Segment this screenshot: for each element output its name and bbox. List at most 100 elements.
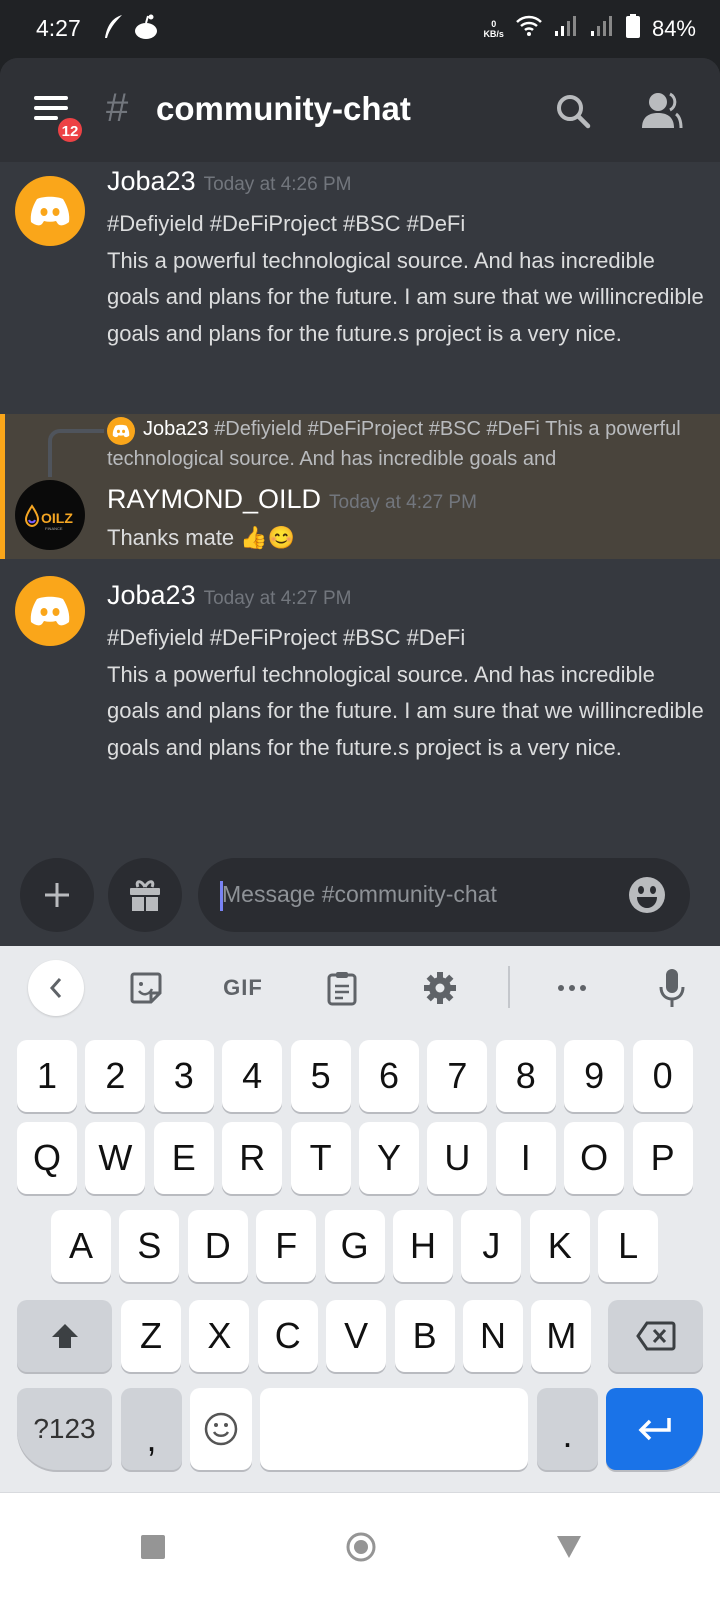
key-l[interactable]: L: [598, 1210, 659, 1282]
status-bar: 4:27 0 KB/s 84%: [0, 0, 720, 60]
menu-icon-bar: [34, 116, 58, 120]
enter-icon: [638, 1418, 671, 1441]
search-button[interactable]: [554, 92, 594, 132]
message-body: Thanks mate 👍😊: [107, 525, 296, 550]
key-k[interactable]: K: [529, 1210, 590, 1282]
key-h[interactable]: H: [393, 1210, 453, 1282]
key-y[interactable]: Y: [359, 1122, 419, 1194]
sticker-icon: [130, 972, 162, 1004]
back-button[interactable]: [529, 1493, 609, 1600]
key-g[interactable]: G: [324, 1210, 385, 1282]
settings-icon: [424, 972, 456, 1004]
recents-icon: [141, 1535, 165, 1559]
key-x[interactable]: X: [189, 1300, 250, 1372]
reply-preview[interactable]: Joba23 #Defiyield #DeFiProject #BSC #DeF…: [107, 414, 687, 474]
system-navigation-bar: [0, 1492, 720, 1600]
key-j[interactable]: J: [461, 1210, 522, 1282]
key-a[interactable]: A: [51, 1210, 111, 1282]
key-6[interactable]: 6: [359, 1040, 419, 1112]
key-v[interactable]: V: [326, 1300, 387, 1372]
emoji-icon: [204, 1412, 238, 1446]
key-0[interactable]: 0: [632, 1040, 693, 1112]
oilz-logo-subtext: FINANCE: [45, 526, 63, 531]
key-3[interactable]: 3: [153, 1040, 214, 1112]
key-4[interactable]: 4: [222, 1040, 283, 1112]
reddit-icon: [134, 14, 158, 45]
key-p[interactable]: P: [632, 1122, 693, 1194]
keyboard-settings-button[interactable]: [420, 968, 460, 1008]
key-comma[interactable]: ,: [121, 1388, 182, 1470]
avatar[interactable]: [15, 576, 85, 646]
message-composer: Message #community-chat: [0, 858, 720, 938]
members-button[interactable]: [638, 90, 684, 132]
discord-logo-icon: [30, 196, 70, 226]
plus-icon: [45, 883, 69, 907]
key-1[interactable]: 1: [17, 1040, 77, 1112]
key-u[interactable]: U: [427, 1122, 488, 1194]
key-enter[interactable]: [606, 1388, 703, 1470]
sticker-button[interactable]: [126, 968, 166, 1008]
channel-title[interactable]: community-chat: [156, 90, 411, 128]
key-9[interactable]: 9: [564, 1040, 625, 1112]
key-d[interactable]: D: [187, 1210, 248, 1282]
key-q[interactable]: Q: [17, 1122, 77, 1194]
message-input[interactable]: Message #community-chat: [198, 858, 690, 932]
key-e[interactable]: E: [153, 1122, 214, 1194]
avatar[interactable]: [15, 176, 85, 246]
key-emoji[interactable]: [190, 1388, 252, 1470]
reply-connector: [48, 429, 104, 477]
key-f[interactable]: F: [256, 1210, 317, 1282]
menu-button[interactable]: 12: [34, 96, 84, 144]
emoji-button[interactable]: [628, 876, 666, 914]
key-7[interactable]: 7: [427, 1040, 488, 1112]
key-b[interactable]: B: [394, 1300, 455, 1372]
key-i[interactable]: I: [495, 1122, 556, 1194]
author-name[interactable]: Joba23: [107, 580, 196, 610]
status-time: 4:27: [36, 15, 81, 41]
message-timestamp: Today at 4:26 PM: [203, 174, 352, 195]
key-5[interactable]: 5: [290, 1040, 351, 1112]
home-button[interactable]: [321, 1493, 401, 1600]
author-name[interactable]: RAYMOND_OILD: [107, 484, 321, 514]
search-icon: [557, 95, 591, 129]
key-8[interactable]: 8: [495, 1040, 556, 1112]
status-right: 0 KB/s 84%: [483, 14, 696, 43]
signal-icon: [554, 15, 578, 42]
key-n[interactable]: N: [463, 1300, 523, 1372]
more-button[interactable]: [552, 968, 592, 1008]
key-z[interactable]: Z: [121, 1300, 181, 1372]
message-author[interactable]: Joba23 Today at 4:26 PM: [107, 166, 351, 197]
keyboard-back-button[interactable]: [28, 960, 84, 1016]
key-shift[interactable]: [17, 1300, 112, 1372]
author-name[interactable]: Joba23: [107, 166, 196, 196]
attach-button[interactable]: [20, 858, 94, 932]
wifi-icon: [516, 15, 542, 42]
message-author[interactable]: RAYMOND_OILD Today at 4:27 PM: [107, 484, 477, 515]
key-c[interactable]: C: [257, 1300, 318, 1372]
nitro-gift-button[interactable]: [108, 858, 182, 932]
key-m[interactable]: M: [531, 1300, 592, 1372]
recents-button[interactable]: [113, 1493, 193, 1600]
back-triangle-icon: [557, 1536, 581, 1558]
key-w[interactable]: W: [85, 1122, 146, 1194]
message-item-highlighted[interactable]: Joba23 #Defiyield #DeFiProject #BSC #DeF…: [0, 414, 720, 559]
message-author[interactable]: Joba23 Today at 4:27 PM: [107, 580, 351, 611]
key-s[interactable]: S: [119, 1210, 180, 1282]
key-2[interactable]: 2: [85, 1040, 146, 1112]
key-t[interactable]: T: [290, 1122, 351, 1194]
key-space[interactable]: [260, 1388, 528, 1470]
clipboard-button[interactable]: [322, 968, 362, 1008]
key-r[interactable]: R: [222, 1122, 283, 1194]
keyboard-toolbar: GIF: [0, 946, 720, 1030]
key-period[interactable]: .: [537, 1388, 598, 1470]
key-o[interactable]: O: [564, 1122, 625, 1194]
gif-button[interactable]: GIF: [220, 968, 266, 1008]
key-symbols[interactable]: ?123: [17, 1388, 112, 1470]
reply-author[interactable]: Joba23: [143, 418, 209, 440]
message-timestamp: Today at 4:27 PM: [329, 492, 477, 513]
voice-input-button[interactable]: [652, 964, 692, 1012]
avatar[interactable]: OILZ FINANCE: [15, 480, 85, 550]
message-body: #Defiyield #DeFiProject #BSC #DeFi This …: [107, 211, 704, 346]
key-backspace[interactable]: [608, 1300, 703, 1372]
message-timestamp: Today at 4:27 PM: [203, 588, 352, 609]
